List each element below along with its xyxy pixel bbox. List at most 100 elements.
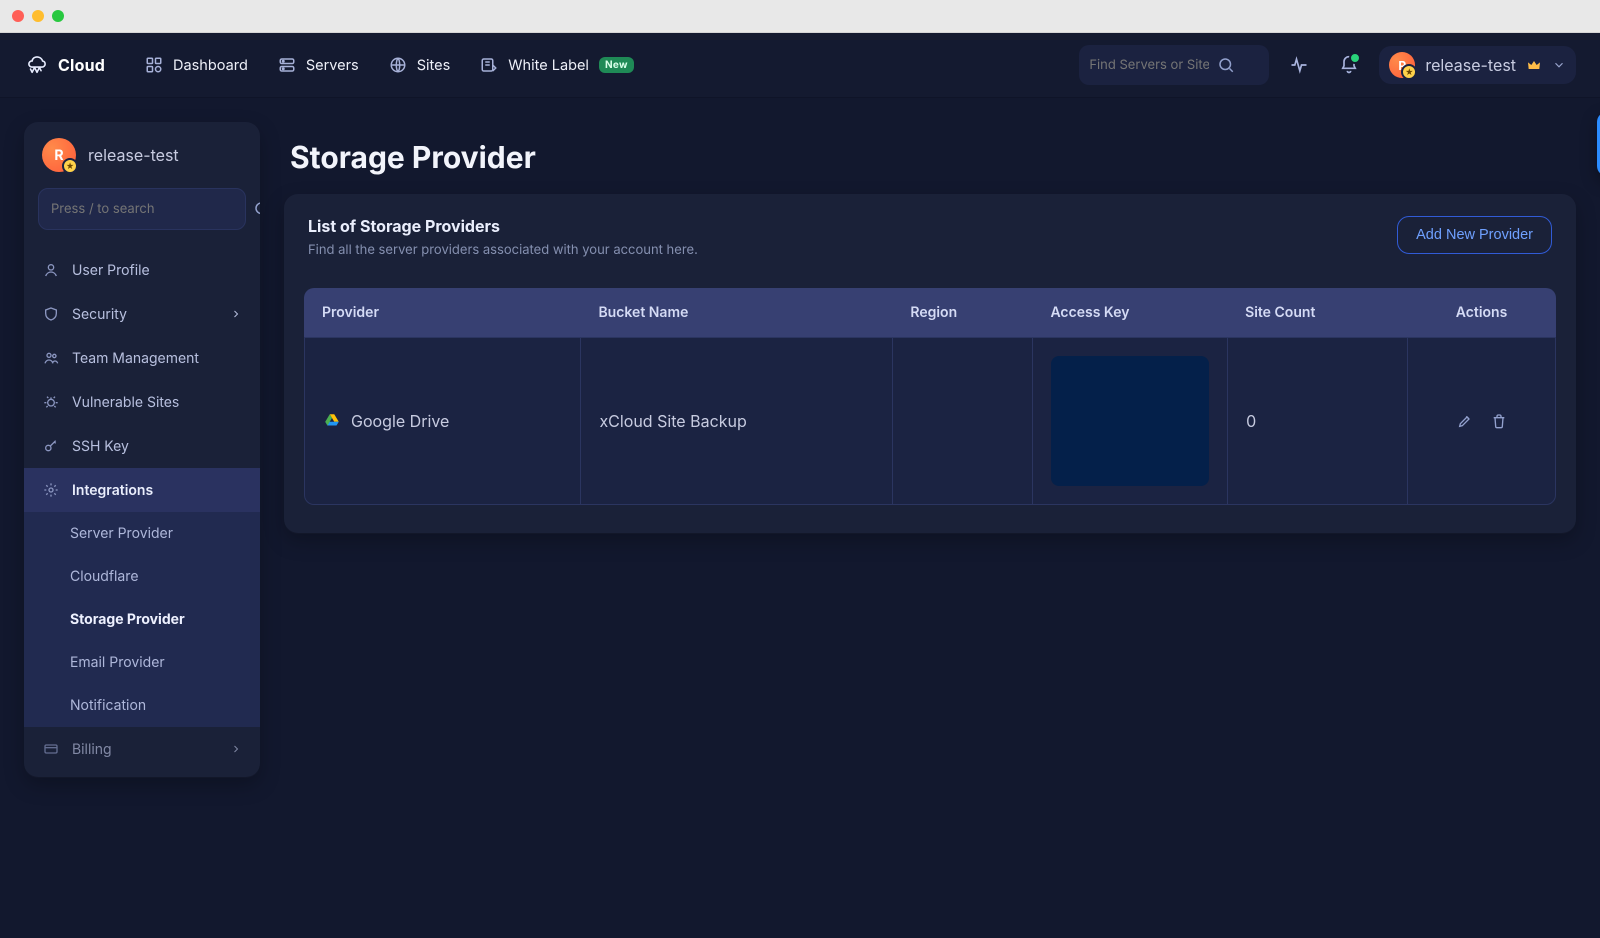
sidebar-group-integrations: Integrations Server Provider Cloudflare … (24, 468, 260, 727)
page-title: Storage Provider (284, 122, 1576, 194)
sidebar-item-label: Vulnerable Sites (72, 394, 179, 411)
global-search-input[interactable] (1089, 57, 1209, 73)
nav-servers-label: Servers (306, 57, 359, 74)
nav-servers[interactable]: Servers (266, 46, 371, 84)
sidebar-search[interactable] (38, 188, 246, 230)
avatar-badge: ★ (1401, 64, 1417, 80)
list-subtitle: Find all the server providers associated… (308, 242, 698, 258)
sidebar-item-label: SSH Key (72, 438, 129, 455)
sidebar-item-integrations[interactable]: Integrations (24, 468, 260, 512)
nav-white-label-label: White Label (508, 57, 589, 74)
add-provider-button[interactable]: Add New Provider (1397, 216, 1552, 254)
sidebar-avatar: R ★ (42, 138, 76, 172)
search-icon (1217, 56, 1235, 74)
sidebar-user[interactable]: R ★ release-test (24, 122, 260, 188)
servers-icon (278, 56, 296, 74)
col-site-count: Site Count (1227, 288, 1407, 337)
sidebar-avatar-badge: ★ (62, 158, 78, 174)
chevron-down-icon (1552, 58, 1566, 72)
providers-table: Provider Bucket Name Region Access Key S… (304, 288, 1556, 505)
sidebar-user-label: release-test (88, 145, 179, 165)
search-icon (253, 200, 260, 218)
mac-dot-close[interactable] (12, 10, 24, 22)
team-icon (42, 349, 60, 367)
col-access-key: Access Key (1032, 288, 1227, 337)
nav-dashboard[interactable]: Dashboard (133, 46, 260, 84)
mac-dot-zoom[interactable] (52, 10, 64, 22)
sidebar-item-label: Security (72, 306, 127, 323)
sidebar-item-vulnerable-sites[interactable]: Vulnerable Sites (24, 380, 260, 424)
google-drive-icon (323, 412, 341, 430)
sidebar-item-billing[interactable]: Billing (24, 727, 260, 771)
chevron-right-icon (230, 743, 242, 755)
gear-icon (42, 481, 60, 499)
region (892, 337, 1032, 505)
bug-icon (42, 393, 60, 411)
brand[interactable]: Cloud (24, 52, 105, 78)
bell-icon (1339, 55, 1359, 75)
sidebar-menu: User Profile Security Team Management Vu… (24, 242, 260, 777)
key-icon (42, 437, 60, 455)
col-bucket: Bucket Name (580, 288, 892, 337)
crown-icon (1526, 57, 1542, 73)
nav-sites-label: Sites (417, 57, 451, 74)
logo-icon (24, 52, 50, 78)
sidebar-item-cloudflare[interactable]: Cloudflare (24, 555, 260, 598)
notifications-button[interactable] (1329, 45, 1369, 85)
brand-name: Cloud (58, 55, 105, 75)
shield-icon (42, 305, 60, 323)
edit-button[interactable] (1457, 413, 1473, 429)
nav-white-label[interactable]: White Label New (468, 46, 646, 84)
avatar: R ★ (1389, 52, 1415, 78)
chevron-right-icon (230, 308, 242, 320)
topbar: Cloud Dashboard Servers Sites White Labe… (0, 33, 1600, 98)
new-badge: New (599, 57, 634, 73)
global-search[interactable] (1079, 45, 1269, 85)
sidebar-item-label: Storage Provider (70, 611, 185, 628)
provider-name: Google Drive (351, 411, 449, 431)
col-actions: Actions (1407, 288, 1556, 337)
sidebar-search-input[interactable] (51, 201, 253, 217)
sidebar-item-label: Email Provider (70, 654, 165, 671)
user-icon (42, 261, 60, 279)
sidebar-item-label: Server Provider (70, 525, 173, 542)
sidebar-item-team-management[interactable]: Team Management (24, 336, 260, 380)
mac-dot-minimize[interactable] (32, 10, 44, 22)
access-key-cell (1032, 337, 1227, 505)
activity-button[interactable] (1279, 45, 1319, 85)
activity-icon (1289, 55, 1309, 75)
delete-button[interactable] (1491, 413, 1507, 429)
row-actions (1426, 413, 1537, 429)
sidebar-item-label: Notification (70, 697, 146, 714)
sidebar-item-label: Cloudflare (70, 568, 139, 585)
list-title: List of Storage Providers (308, 216, 698, 236)
user-name: release-test (1425, 55, 1516, 75)
sidebar-item-storage-provider[interactable]: Storage Provider (24, 598, 260, 641)
sidebar-item-label: Integrations (72, 482, 153, 499)
sites-icon (389, 56, 407, 74)
sidebar-item-email-provider[interactable]: Email Provider (24, 641, 260, 684)
user-menu[interactable]: R ★ release-test (1379, 46, 1576, 84)
dashboard-icon (145, 56, 163, 74)
bucket-name: xCloud Site Backup (580, 337, 892, 505)
trash-icon (1491, 413, 1507, 429)
pencil-icon (1457, 413, 1473, 429)
sidebar-item-security[interactable]: Security (24, 292, 260, 336)
nav-sites[interactable]: Sites (377, 46, 463, 84)
table-row: Google Drive xCloud Site Backup 0 (304, 337, 1556, 505)
nav-links: Dashboard Servers Sites White Label New (133, 46, 646, 84)
card-icon (42, 740, 60, 758)
sidebar-item-label: Team Management (72, 350, 199, 367)
col-region: Region (892, 288, 1032, 337)
window-chrome (0, 0, 1600, 33)
provider-cell: Google Drive (323, 411, 562, 431)
sidebar: R ★ release-test User Profile Securi (24, 122, 260, 777)
providers-card: List of Storage Providers Find all the s… (284, 194, 1576, 533)
sidebar-item-server-provider[interactable]: Server Provider (24, 512, 260, 555)
sidebar-item-notification[interactable]: Notification (24, 684, 260, 727)
sidebar-item-label: User Profile (72, 262, 150, 279)
nav-dashboard-label: Dashboard (173, 57, 248, 74)
sidebar-item-ssh-key[interactable]: SSH Key (24, 424, 260, 468)
access-key-mask (1051, 356, 1209, 486)
sidebar-item-user-profile[interactable]: User Profile (24, 248, 260, 292)
